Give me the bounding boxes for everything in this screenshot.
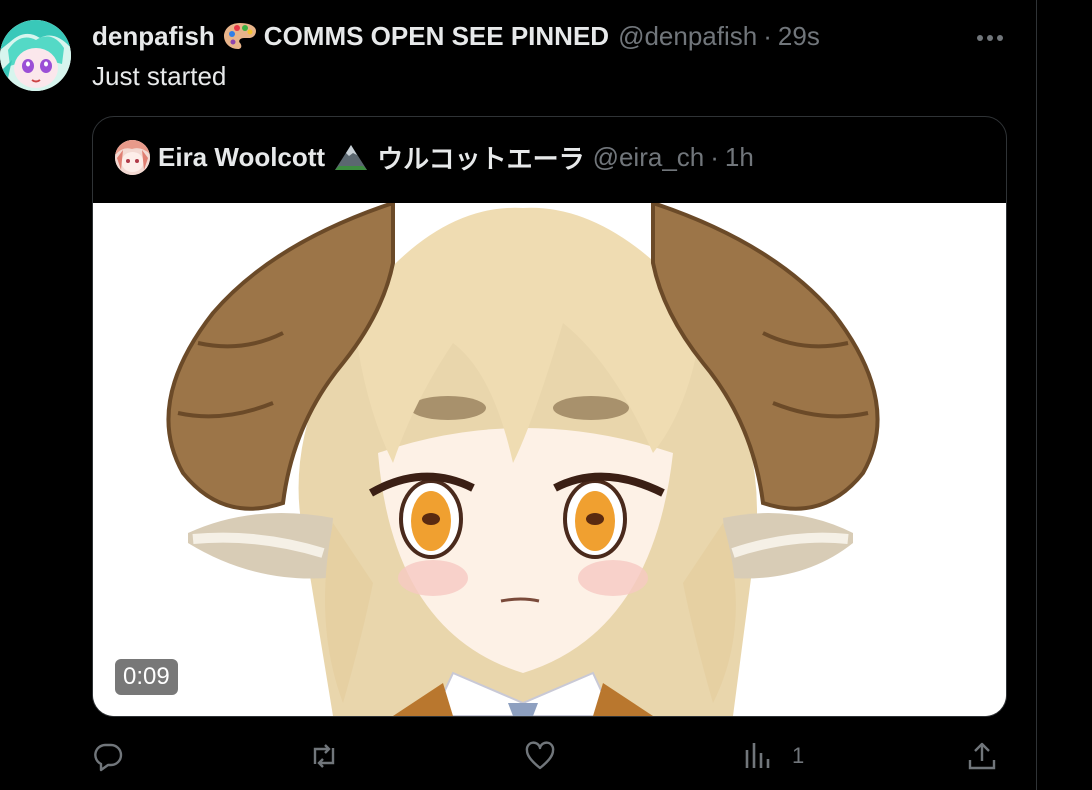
author-name-suffix[interactable]: COMMS OPEN SEE PINNED [264,19,609,53]
author-handle[interactable]: @denpafish [618,19,757,53]
quoted-tweet-card[interactable]: Eira Woolcott ウルコットエーラ @eira_ch · 1h 0:0… [92,116,1007,717]
tweet-action-bar: 1 [92,732,1005,780]
tweet-timestamp[interactable]: 29s [778,19,820,53]
repost-button[interactable] [308,732,340,780]
quoted-author-display-name[interactable]: Eira Woolcott [158,142,325,173]
views-icon [745,743,770,768]
quoted-tweet-header: Eira Woolcott ウルコットエーラ @eira_ch · 1h [115,139,754,175]
quoted-video-media[interactable]: 0:09 [93,203,1006,716]
palette-emoji-icon [223,21,257,51]
author-display-name[interactable]: denpafish [92,19,215,53]
repost-icon [313,744,335,768]
video-thumbnail-illustration [93,203,1006,716]
tweet-page: denpafish COMMS OPEN SEE PINNED @denpafi… [0,0,1092,790]
video-duration-badge: 0:09 [115,659,178,695]
quoted-separator-dot: · [710,141,719,172]
views-count: 1 [792,743,805,768]
quoted-tweet-timestamp[interactable]: 1h [725,142,754,173]
author-avatar[interactable] [0,20,71,91]
more-options-button[interactable] [966,22,1014,54]
views-button[interactable]: 1 [742,732,804,780]
like-button[interactable] [524,732,556,780]
quoted-author-name-jp[interactable]: ウルコットエーラ [377,139,584,176]
column-divider [1036,0,1037,790]
mountain-emoji-icon [333,142,369,172]
tweet-text: Just started [92,61,227,91]
heart-icon [525,741,555,770]
share-button[interactable] [966,732,998,780]
reply-icon [94,743,123,772]
quoted-author-avatar[interactable] [115,139,150,175]
separator-dot: · [763,21,772,51]
quoted-author-handle[interactable]: @eira_ch [593,142,705,173]
tweet-header: denpafish COMMS OPEN SEE PINNED @denpafi… [92,19,820,53]
reply-button[interactable] [92,732,124,780]
share-icon [968,742,996,770]
more-dots-icon [977,35,1003,41]
